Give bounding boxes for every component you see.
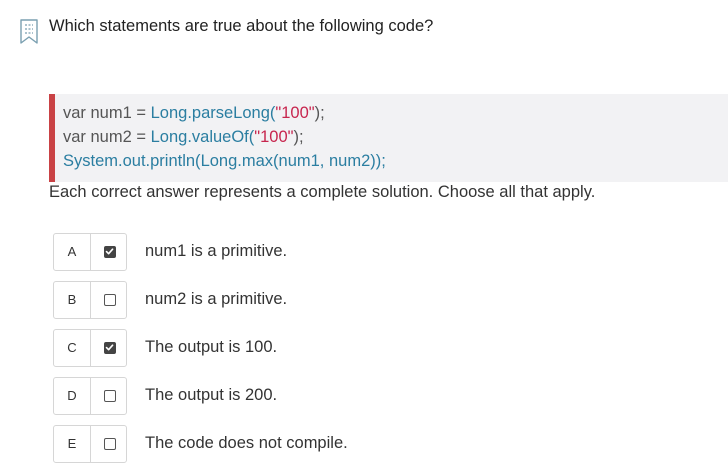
code-line-2: var num2 = Long.valueOf("100"); — [63, 125, 728, 149]
code-token-method: .max(num1, num2)); — [237, 152, 386, 170]
code-token-method: .parseLong( — [187, 104, 276, 122]
code-token-string: "100" — [275, 104, 315, 122]
code-token-string: "100" — [254, 128, 294, 146]
code-token-type: Long — [150, 104, 188, 122]
option-letter: A — [54, 234, 91, 270]
checkbox-icon[interactable] — [104, 342, 116, 354]
option-selector[interactable]: B — [53, 281, 127, 319]
instruction-text: Each correct answer represents a complet… — [49, 183, 596, 201]
code-token-method: .out.println( — [118, 152, 201, 170]
code-block: var num1 = Long.parseLong("100"); var nu… — [49, 94, 728, 182]
option-c[interactable]: C The output is 100. — [53, 329, 473, 367]
option-selector[interactable]: A — [53, 233, 127, 271]
code-token-method: .valueOf( — [187, 128, 255, 146]
code-line-1: var num1 = Long.parseLong("100"); — [63, 101, 728, 125]
code-token: var num1 = — [63, 104, 151, 122]
option-selector[interactable]: C — [53, 329, 127, 367]
checkbox-icon[interactable] — [104, 438, 116, 450]
question-text: Which statements are true about the foll… — [49, 17, 434, 35]
checkbox-icon[interactable] — [104, 390, 116, 402]
checkbox-icon[interactable] — [104, 246, 116, 258]
code-token: ); — [314, 104, 325, 122]
code-token-type: System — [63, 152, 119, 170]
code-line-3: System.out.println(Long.max(num1, num2))… — [63, 149, 728, 173]
option-label[interactable]: The output is 200. — [145, 386, 277, 405]
option-b[interactable]: B num2 is a primitive. — [53, 281, 473, 319]
option-label[interactable]: The output is 100. — [145, 338, 277, 357]
code-token: var num2 = — [63, 128, 151, 146]
option-label[interactable]: num1 is a primitive. — [145, 242, 287, 261]
checkbox-icon[interactable] — [104, 294, 116, 306]
code-token: ); — [293, 128, 304, 146]
option-label[interactable]: num2 is a primitive. — [145, 290, 287, 309]
option-letter: C — [54, 330, 91, 366]
option-letter: D — [54, 378, 91, 414]
code-token-type: Long — [200, 152, 238, 170]
option-selector[interactable]: E — [53, 425, 127, 463]
option-e[interactable]: E The code does not compile. — [53, 425, 473, 463]
option-label[interactable]: The code does not compile. — [145, 434, 348, 453]
code-token-type: Long — [150, 128, 188, 146]
option-selector[interactable]: D — [53, 377, 127, 415]
option-letter: E — [54, 426, 91, 462]
option-d[interactable]: D The output is 200. — [53, 377, 473, 415]
option-letter: B — [54, 282, 91, 318]
bookmark-icon[interactable] — [19, 18, 39, 45]
option-a[interactable]: A num1 is a primitive. — [53, 233, 473, 271]
